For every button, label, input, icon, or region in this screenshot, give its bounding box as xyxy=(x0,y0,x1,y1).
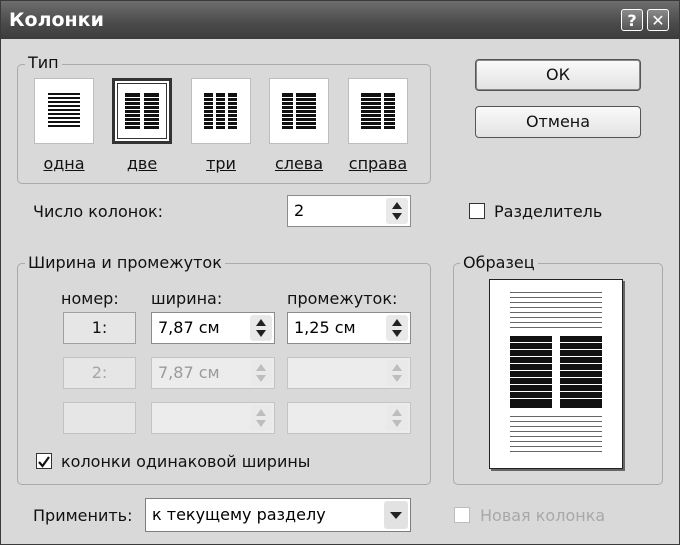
help-button[interactable]: ? xyxy=(621,9,643,31)
row2-spacing-spinner xyxy=(386,360,408,386)
right-column-icon xyxy=(361,93,395,129)
row2-width-input: 7,87 см xyxy=(151,357,275,389)
preset-right-label: справа xyxy=(348,154,408,173)
row3-width-input xyxy=(151,402,275,434)
chevron-down-icon[interactable] xyxy=(384,501,408,529)
row3-spacing-input xyxy=(287,402,411,434)
num-columns-value: 2 xyxy=(294,201,305,220)
one-column-icon xyxy=(48,93,80,127)
two-columns-icon xyxy=(125,93,159,129)
new-column-label: Новая колонка xyxy=(480,506,606,525)
separator-label: Разделитель xyxy=(494,202,603,221)
apply-select-value: к текущему разделу xyxy=(152,505,326,524)
row2-width-value: 7,87 см xyxy=(158,363,220,382)
preset-two-label: две xyxy=(126,154,158,173)
equal-width-checkbox[interactable] xyxy=(36,453,52,469)
preset-one-column[interactable] xyxy=(34,78,94,144)
preset-left-label: слева xyxy=(274,154,324,173)
row3-width-spinner xyxy=(250,405,272,431)
sample-page-image xyxy=(510,292,602,452)
new-column-checkbox xyxy=(454,507,470,523)
row2-spacing-input xyxy=(287,357,411,389)
columns-dialog: Колонки ? ✕ Тип одна две три слева справ… xyxy=(0,0,680,545)
apply-select[interactable]: к текущему разделу xyxy=(145,498,411,532)
checkmark-icon xyxy=(38,456,50,468)
equal-width-label: колонки одинаковой ширины xyxy=(61,452,311,471)
ok-button[interactable]: ОК xyxy=(475,59,641,91)
num-columns-input[interactable]: 2 xyxy=(287,195,411,227)
dialog-title: Колонки xyxy=(9,9,104,31)
row1-width-value: 7,87 см xyxy=(158,318,220,337)
left-column-icon xyxy=(282,93,316,129)
row2-width-spinner xyxy=(250,360,272,386)
preset-right[interactable] xyxy=(348,78,408,144)
preset-one-label: одна xyxy=(43,154,85,173)
row1-width-spinner[interactable] xyxy=(250,315,272,341)
preset-three-columns[interactable] xyxy=(191,78,251,144)
num-columns-spinner[interactable] xyxy=(386,198,408,224)
cancel-button[interactable]: Отмена xyxy=(475,106,641,138)
preset-two-columns[interactable] xyxy=(112,78,172,144)
row1-number: 1: xyxy=(63,312,136,344)
header-width: ширина: xyxy=(151,289,223,308)
close-button[interactable]: ✕ xyxy=(647,9,669,31)
preset-left[interactable] xyxy=(269,78,329,144)
row1-spacing-input[interactable]: 1,25 см xyxy=(287,312,411,344)
row3-number xyxy=(63,402,136,434)
apply-label: Применить: xyxy=(33,506,133,525)
row3-spacing-spinner xyxy=(386,405,408,431)
row2-number: 2: xyxy=(63,357,136,389)
header-number: номер: xyxy=(61,289,119,308)
title-bar: Колонки ? ✕ xyxy=(1,1,679,39)
type-group-legend: Тип xyxy=(25,53,62,72)
row1-spacing-spinner[interactable] xyxy=(386,315,408,341)
separator-checkbox[interactable] xyxy=(469,203,485,219)
sample-legend: Образец xyxy=(460,253,538,272)
row1-spacing-value: 1,25 см xyxy=(294,318,356,337)
preset-three-label: три xyxy=(206,154,236,173)
width-spacing-legend: Ширина и промежуток xyxy=(25,253,225,272)
num-columns-label: Число колонок: xyxy=(33,202,164,221)
header-spacing: промежуток: xyxy=(287,289,398,308)
three-columns-icon xyxy=(204,93,237,129)
row1-width-input[interactable]: 7,87 см xyxy=(151,312,275,344)
sample-preview xyxy=(489,279,623,469)
